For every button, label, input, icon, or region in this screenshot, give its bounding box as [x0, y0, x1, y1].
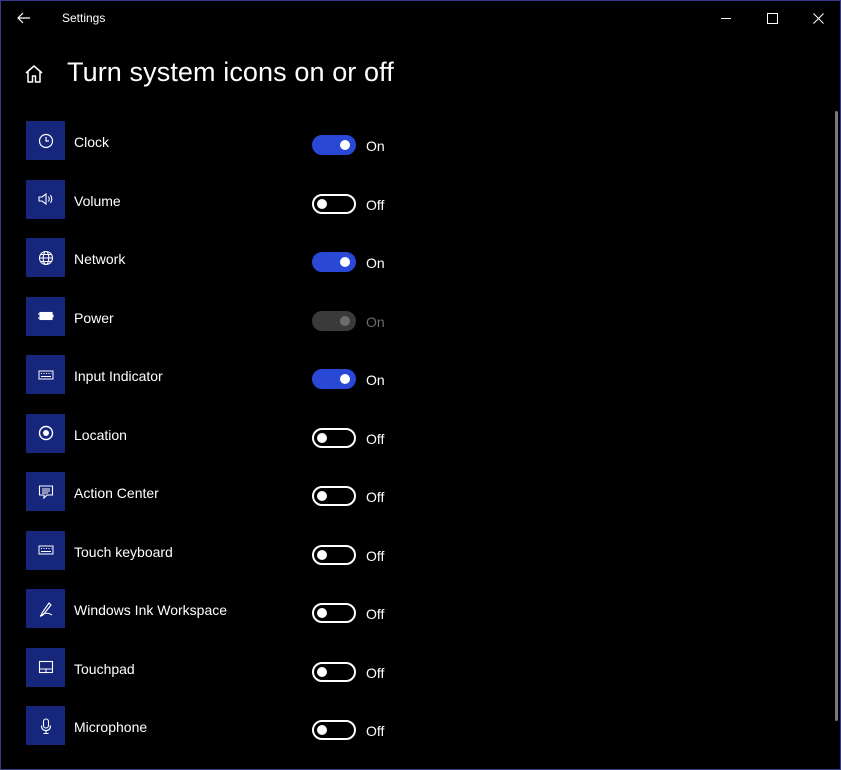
toggle-switch[interactable] [312, 720, 356, 740]
app-title: Settings [62, 11, 106, 25]
toggle-switch[interactable] [312, 427, 356, 448]
minimize-button[interactable] [706, 1, 746, 35]
setting-row-microphone: Microphone Off [1, 706, 840, 746]
icon-tile [26, 355, 65, 394]
title-bar: Settings [1, 1, 840, 35]
minimize-icon [720, 17, 731, 19]
toggle-switch[interactable] [312, 486, 356, 506]
location-icon [38, 425, 53, 441]
settings-window: Settings Turn system icons on or off Clo… [0, 0, 841, 770]
toggle-switch[interactable] [312, 661, 356, 682]
back-button[interactable] [9, 1, 39, 35]
toggle-knob [317, 432, 327, 443]
battery-icon [37, 311, 53, 321]
toggle-switch[interactable] [312, 544, 356, 565]
toggle-switch[interactable] [312, 252, 356, 272]
volume-icon [37, 192, 52, 206]
setting-row-network: Network On [1, 238, 840, 278]
pen-icon [39, 601, 52, 617]
toggle-knob [340, 374, 350, 384]
toggle-state-label: Off [366, 723, 385, 739]
icon-tile [26, 472, 65, 511]
icon-tile [26, 296, 65, 336]
toggle-knob [340, 140, 350, 150]
setting-row-touchpad: Touchpad Off [1, 647, 840, 688]
home-icon [25, 65, 43, 83]
toggle-state-label: On [366, 313, 385, 330]
toggle-knob [340, 257, 350, 267]
toggle-switch[interactable] [312, 603, 356, 623]
icon-tile [26, 706, 65, 745]
setting-label: Power [74, 309, 114, 326]
icon-tile [26, 647, 65, 687]
toggle-state-label: Off [366, 489, 385, 505]
icon-tile [26, 179, 65, 219]
setting-label: Microphone [74, 719, 148, 735]
setting-label: Location [74, 426, 127, 443]
setting-row-windows-ink-workspace: Windows Ink Workspace Off [1, 589, 840, 629]
globe-icon [38, 250, 53, 265]
page-title: Turn system icons on or off [67, 57, 394, 87]
close-button[interactable] [798, 1, 838, 35]
action-center-icon [38, 484, 53, 499]
toggle-switch [312, 310, 356, 331]
home-button[interactable] [23, 63, 47, 87]
setting-row-action-center: Action Center Off [1, 472, 840, 512]
toggle-knob [340, 315, 350, 326]
toggle-state-label: Off [366, 664, 385, 681]
keyboard-icon [38, 545, 53, 555]
toggle-knob [317, 549, 327, 560]
setting-label: Windows Ink Workspace [74, 602, 228, 618]
maximize-icon [766, 12, 778, 24]
icon-tile [26, 121, 65, 160]
icon-tile [26, 530, 65, 570]
setting-row-volume: Volume Off [1, 179, 840, 220]
icon-tile [26, 238, 65, 277]
back-arrow-icon [17, 12, 30, 24]
maximize-button[interactable] [752, 1, 792, 35]
toggle-knob [317, 608, 327, 618]
icon-tile [26, 413, 65, 453]
toggle-knob [317, 198, 327, 209]
scrollbar[interactable] [835, 111, 838, 721]
microphone-icon [40, 717, 51, 734]
toggle-switch[interactable] [312, 135, 356, 155]
toggle-switch[interactable] [312, 193, 356, 214]
setting-label: Network [74, 251, 126, 267]
setting-row-location: Location Off [1, 413, 840, 454]
toggle-switch[interactable] [312, 369, 356, 389]
icon-tile [26, 589, 65, 628]
setting-label: Action Center [74, 485, 159, 501]
setting-label: Touch keyboard [74, 543, 173, 560]
toggle-state-label: Off [366, 196, 385, 213]
toggle-state-label: Off [366, 430, 385, 447]
close-icon [812, 12, 824, 24]
setting-row-input-indicator: Input Indicator On [1, 355, 840, 395]
toggle-state-label: Off [366, 606, 385, 622]
setting-row-power: Power On [1, 296, 840, 337]
toggle-knob [317, 491, 327, 501]
setting-label: Input Indicator [74, 368, 163, 384]
setting-label: Clock [74, 134, 110, 150]
page-header: Turn system icons on or off [1, 53, 840, 97]
toggle-state-label: Off [366, 547, 385, 564]
touchpad-icon [38, 660, 53, 674]
toggle-state-label: On [366, 372, 385, 388]
setting-label: Touchpad [74, 660, 135, 677]
setting-row-clock: Clock On [1, 121, 840, 161]
setting-row-touch-keyboard: Touch keyboard Off [1, 530, 840, 571]
keyboard-icon [38, 370, 53, 379]
toggle-knob [317, 725, 327, 735]
clock-icon [38, 133, 53, 148]
toggle-knob [317, 666, 327, 677]
toggle-state-label: On [366, 255, 385, 271]
toggle-state-label: On [366, 138, 385, 154]
setting-label: Volume [74, 192, 121, 209]
